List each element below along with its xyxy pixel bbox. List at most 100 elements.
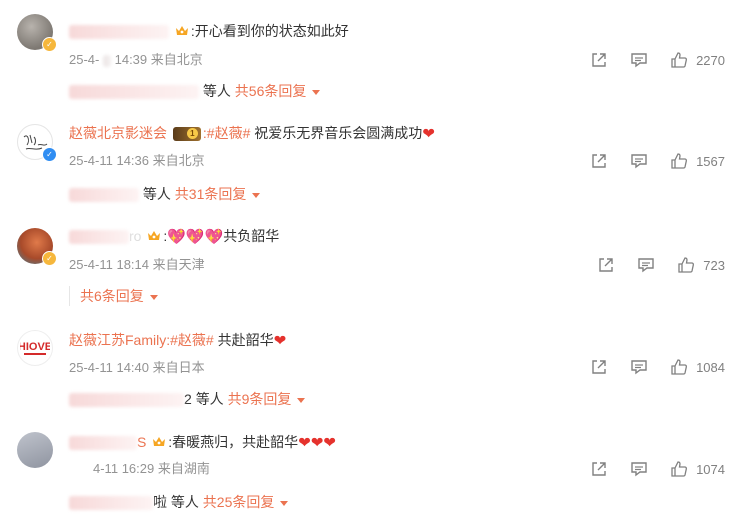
caret-down-icon [149,294,158,300]
like-count: 1567 [696,153,725,169]
replies-summary: 啦 等人 共25条回复 [69,492,289,512]
caret-down-icon [280,500,289,506]
comment-meta: 25-4-11 14:40 来自日本 [69,359,205,377]
comment-line: ro :💖💖💖共负韶华 [69,226,279,247]
username-tail[interactable]: S [137,434,146,450]
replies-users-suffix: 等人 [142,186,171,202]
comment-line: :开心看到你的状态如此好 [69,21,349,42]
replies-summary: 共6条回复 [69,286,158,306]
avatar[interactable]: ✓ [17,14,57,52]
comment-date: 4-11 [93,461,119,476]
repost-button[interactable] [590,51,608,69]
comment-button[interactable] [630,460,648,478]
comment-line: 赵薇江苏Family:#赵薇# 共赴韶华❤ [69,330,286,351]
comment-time: 14:36 [116,153,150,168]
like-count: 723 [703,257,725,273]
heart-icon: ❤ [273,332,287,350]
replies-link[interactable]: 共6条回复 [80,288,158,304]
heart-icon: ❤ [298,434,311,452]
caret-down-icon [297,397,306,403]
replies-summary: 2 等人 共9条回复 [69,389,306,409]
thumbs-up-icon [671,52,688,68]
verified-badge-icon: ✓ [42,251,57,266]
like-button[interactable]: 1084 [670,358,725,376]
comment-text: 祝爱乐无界音乐会圆满成功 [250,125,423,141]
like-count: 2270 [696,52,725,68]
sparkling-heart-icon: 💖 [204,228,224,246]
comment-text: 共赴韶华 [213,332,274,348]
like-count: 1074 [696,461,725,477]
comment-meta: 25-4-11 18:14 来自天津 [69,256,205,274]
username-tail[interactable]: ro [129,228,141,244]
replies-link[interactable]: 共31条回复 [175,186,261,202]
like-button[interactable]: 1567 [670,152,725,170]
comment-actions: 723 [575,254,725,276]
thumbs-up-icon [671,461,688,477]
comment-actions: 2270 [568,49,725,71]
crown-icon [175,22,189,42]
comment-button[interactable] [637,256,655,274]
comment-location: 来自日本 [152,360,205,375]
share-icon [592,154,606,168]
replies-users-suffix: 等人 [202,83,231,99]
repost-button[interactable] [590,152,608,170]
username[interactable]: 赵薇北京影迷会 [69,125,167,141]
crown-icon [152,433,166,453]
avatar[interactable]: HIOVE [17,330,53,366]
comment-meta: 25-4- 14:39 来自北京 [69,51,203,69]
comment-location: 来自北京 [152,153,205,168]
username[interactable]: 赵薇江苏Family [69,332,166,348]
sparkling-heart-icon: 💖 [185,228,205,246]
share-icon [592,360,606,374]
heart-icon: ❤ [323,434,336,452]
like-button[interactable]: 723 [677,256,725,274]
comment-button[interactable] [630,358,648,376]
share-icon [599,258,613,272]
comment-meta: 25-4-11 14:36 来自北京 [69,152,205,170]
topic-tag[interactable]: :#赵薇# [166,332,213,348]
avatar[interactable] [17,432,53,468]
avatar[interactable]: ✓ [17,124,57,162]
replies-link[interactable]: 共25条回复 [203,494,289,510]
share-icon [592,53,606,67]
comment-icon [631,53,647,68]
avatar[interactable]: ✓ [17,228,57,266]
comment-text: 共负韶华 [223,228,280,244]
comment-meta: 4-11 16:29 来自湖南 [93,460,210,478]
verified-badge-icon: ✓ [42,37,57,52]
replies-users-prefix: 2 [184,391,192,407]
like-count: 1084 [696,359,725,375]
comment-icon [638,258,654,273]
blurred-username[interactable] [69,230,129,245]
like-button[interactable]: 1074 [670,460,725,478]
comment-button[interactable] [630,51,648,69]
comment-icon [631,360,647,375]
comment-location: 来自天津 [152,257,205,272]
repost-button[interactable] [590,358,608,376]
blurred-username[interactable] [69,25,169,40]
replies-link[interactable]: 共56条回复 [235,83,321,99]
comment-date: 25-4-11 [69,360,113,375]
repost-button[interactable] [590,460,608,478]
comment-actions: 1567 [568,150,725,172]
comment-date: 25-4- [69,52,100,67]
comment-line: S :春暖燕归，共赴韶华❤❤❤ [69,432,336,453]
comment-time: 16:29 [121,461,155,476]
like-button[interactable]: 2270 [670,51,725,69]
repost-button[interactable] [597,256,615,274]
comment-date: 25-4-11 [69,153,113,168]
thumbs-up-icon [671,153,688,169]
heart-icon: ❤ [310,434,324,452]
thumbs-up-icon [671,359,688,375]
heart-icon: ❤ [422,125,435,143]
comment-icon [631,462,647,477]
sparkling-heart-icon: 💖 [167,228,186,246]
comment-location: 来自北京 [150,52,203,67]
comment-line: 赵薇北京影迷会 1:#赵薇# 祝爱乐无界音乐会圆满成功❤ [69,123,435,144]
comment-button[interactable] [630,152,648,170]
replies-users-prefix: 啦 [153,494,167,510]
topic-tag[interactable]: :#赵薇# [203,125,250,141]
comment-actions: 1084 [568,356,725,378]
replies-link[interactable]: 共9条回复 [228,391,306,407]
blurred-username[interactable] [69,436,137,451]
